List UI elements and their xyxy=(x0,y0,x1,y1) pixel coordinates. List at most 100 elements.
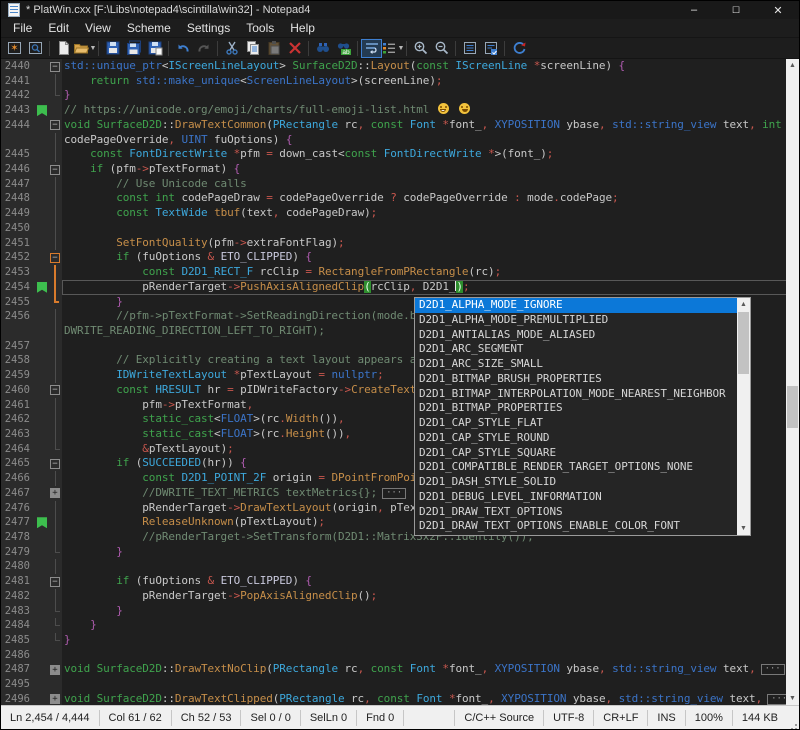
autocomplete-item[interactable]: D2D1_ANTIALIAS_MODE_ALIASED xyxy=(415,328,737,343)
code-line-text[interactable] xyxy=(62,221,799,236)
code-line-text[interactable]: } xyxy=(62,545,799,560)
line-number[interactable] xyxy=(1,324,35,339)
line-number[interactable]: 2477 xyxy=(1,515,35,530)
fold-margin[interactable] xyxy=(49,221,62,236)
bookmark-margin[interactable] xyxy=(35,309,49,324)
bookmark-margin[interactable] xyxy=(35,383,49,398)
bookmark-margin[interactable] xyxy=(35,88,49,103)
word-wrap-button[interactable] xyxy=(361,39,382,58)
code-line-text[interactable]: SetFontQuality(pfm->extraFontFlag); xyxy=(62,236,799,251)
line-number[interactable]: 2461 xyxy=(1,398,35,413)
fold-margin[interactable] xyxy=(49,265,62,280)
bookmark-margin[interactable] xyxy=(35,559,49,574)
fold-margin[interactable] xyxy=(49,74,62,89)
code-line-text[interactable]: void SurfaceD2D::DrawTextNoClip(PRectang… xyxy=(62,662,799,677)
fold-margin[interactable] xyxy=(49,530,62,545)
line-number[interactable]: 2465 xyxy=(1,456,35,471)
code-line-text[interactable]: const int codePageDraw = codePageOverrid… xyxy=(62,191,799,206)
code-line-text[interactable] xyxy=(62,648,799,663)
code-line-text[interactable]: if (fuOptions & ETO_CLIPPED) { xyxy=(62,250,799,265)
bookmark-margin[interactable] xyxy=(35,427,49,442)
status-selection-lines[interactable]: SelLn 0 xyxy=(301,710,357,726)
code-line-text[interactable]: std::unique_ptr<IScreenLineLayout> Surfa… xyxy=(62,59,799,74)
code-line-text[interactable]: pRenderTarget->PopAxisAlignedClip(); xyxy=(62,589,799,604)
line-number[interactable]: 2458 xyxy=(1,353,35,368)
autocomplete-item[interactable]: D2D1_DEBUG_LEVEL_INFORMATION xyxy=(415,490,737,505)
fold-margin[interactable] xyxy=(49,280,62,295)
replace-button[interactable]: ab xyxy=(333,39,354,58)
line-number[interactable]: 2452 xyxy=(1,250,35,265)
line-number[interactable]: 2479 xyxy=(1,545,35,560)
fold-margin[interactable] xyxy=(49,206,62,221)
bookmark-margin[interactable] xyxy=(35,486,49,501)
bookmark-margin[interactable] xyxy=(35,530,49,545)
bookmark-margin[interactable] xyxy=(35,265,49,280)
line-number[interactable]: 2467 xyxy=(1,486,35,501)
fold-margin[interactable] xyxy=(49,103,62,118)
bookmark-margin[interactable] xyxy=(35,221,49,236)
line-number[interactable]: 2480 xyxy=(1,559,35,574)
line-number[interactable]: 2484 xyxy=(1,618,35,633)
fold-margin[interactable] xyxy=(49,633,62,648)
paste-button[interactable] xyxy=(263,39,284,58)
delete-button[interactable] xyxy=(284,39,305,58)
bookmark-margin[interactable] xyxy=(35,574,49,589)
line-number[interactable]: 2441 xyxy=(1,74,35,89)
bookmark-margin[interactable] xyxy=(35,662,49,677)
fold-margin[interactable]: − xyxy=(49,574,62,589)
code-line-text[interactable]: return std::make_unique<ScreenLineLayout… xyxy=(62,74,799,89)
status-column[interactable]: Col 61 / 62 xyxy=(100,710,172,726)
bookmark-margin[interactable] xyxy=(35,59,49,74)
bookmark-margin[interactable] xyxy=(35,456,49,471)
cut-button[interactable] xyxy=(221,39,242,58)
bookmark-margin[interactable] xyxy=(35,618,49,633)
fold-margin[interactable] xyxy=(49,559,62,574)
save-copy-button[interactable] xyxy=(144,39,165,58)
bookmark-margin[interactable] xyxy=(35,501,49,516)
editor-vertical-scrollbar[interactable]: ▲ ▼ xyxy=(786,59,799,705)
line-number[interactable]: 2483 xyxy=(1,604,35,619)
code-line-text[interactable]: pRenderTarget->PushAxisAlignedClip(rcCli… xyxy=(62,280,799,295)
bookmark-margin[interactable] xyxy=(35,295,49,310)
fold-margin[interactable] xyxy=(49,88,62,103)
autocomplete-item[interactable]: D2D1_CAP_STYLE_ROUND xyxy=(415,431,737,446)
menu-scheme[interactable]: Scheme xyxy=(119,19,179,37)
line-number[interactable]: 2457 xyxy=(1,339,35,354)
scroll-up-arrow-icon[interactable]: ▲ xyxy=(786,59,799,72)
bookmark-margin[interactable] xyxy=(35,604,49,619)
fold-margin[interactable] xyxy=(49,177,62,192)
scroll-down-arrow-icon[interactable]: ▼ xyxy=(786,692,799,705)
copy-button[interactable] xyxy=(242,39,263,58)
bookmark-margin[interactable] xyxy=(35,589,49,604)
redo-button[interactable] xyxy=(193,39,214,58)
bookmark-margin[interactable] xyxy=(35,412,49,427)
status-line-ending[interactable]: CR+LF xyxy=(593,710,647,726)
autocomplete-item[interactable]: D2D1_ARC_SIZE_SMALL xyxy=(415,357,737,372)
fold-expand-icon[interactable]: + xyxy=(50,694,60,704)
fold-collapse-icon[interactable]: − xyxy=(50,62,60,72)
fold-margin[interactable]: + xyxy=(49,692,62,705)
line-number[interactable]: 2453 xyxy=(1,265,35,280)
line-number[interactable]: 2466 xyxy=(1,471,35,486)
fold-collapse-icon[interactable]: − xyxy=(50,165,60,175)
fold-margin[interactable] xyxy=(49,471,62,486)
bookmark-margin[interactable] xyxy=(35,177,49,192)
code-line-text[interactable]: const D2D1_RECT_F rcClip = RectangleFrom… xyxy=(62,265,799,280)
resize-grip[interactable] xyxy=(787,706,799,729)
fold-collapse-icon[interactable]: − xyxy=(50,577,60,587)
code-line-text[interactable]: if (pfm->pTextFormat) { xyxy=(62,162,799,177)
line-number[interactable]: 2481 xyxy=(1,574,35,589)
line-number[interactable]: 2445 xyxy=(1,147,35,162)
open-folder-button[interactable]: ▼ xyxy=(74,39,95,58)
autocomplete-item[interactable]: D2D1_BITMAP_PROPERTIES xyxy=(415,401,737,416)
status-found[interactable]: Fnd 0 xyxy=(357,710,404,726)
fold-margin[interactable]: − xyxy=(49,59,62,74)
line-number[interactable]: 2442 xyxy=(1,88,35,103)
line-number[interactable]: 2460 xyxy=(1,383,35,398)
fold-margin[interactable] xyxy=(49,295,62,310)
bookmark-margin[interactable] xyxy=(35,398,49,413)
fold-collapse-icon[interactable]: − xyxy=(50,120,60,130)
code-line-text[interactable] xyxy=(62,559,799,574)
bookmark-margin[interactable] xyxy=(35,353,49,368)
fold-collapse-icon[interactable]: − xyxy=(50,253,60,263)
